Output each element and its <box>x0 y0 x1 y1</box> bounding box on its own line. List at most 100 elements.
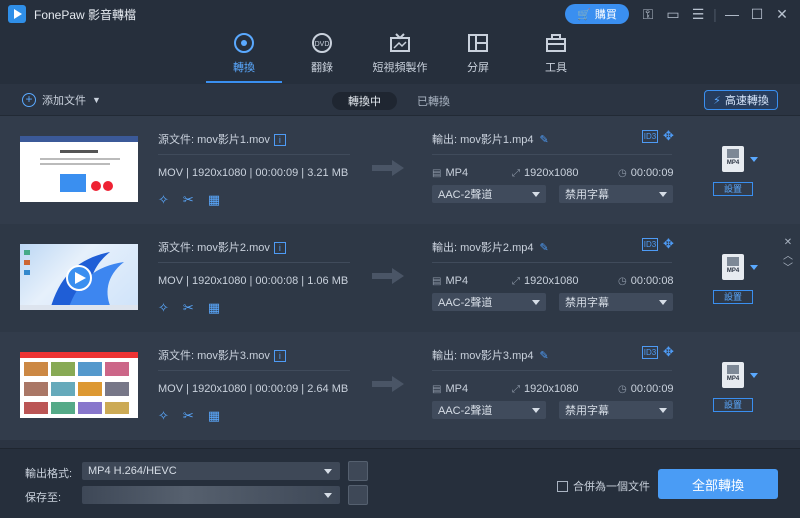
out-dur-value: 00:00:09 <box>630 383 674 395</box>
cart-icon: 🛒 <box>577 8 591 21</box>
merge-option[interactable]: 合併為一個文件 <box>557 478 650 494</box>
save-to-label: 保存至: <box>25 492 62 504</box>
seg-converting[interactable]: 轉換中 <box>332 92 397 110</box>
tab-rip[interactable]: DVD 翻錄 <box>284 32 360 80</box>
merge-checkbox[interactable] <box>557 480 568 492</box>
audio-select[interactable]: AAC-2聲道 <box>432 401 546 419</box>
edit-name-icon[interactable]: ✎ <box>539 242 548 254</box>
subtitle-select[interactable]: 禁用字幕 <box>559 401 673 419</box>
clock-icon: ◷ <box>618 383 627 395</box>
edit-name-icon[interactable]: ✎ <box>539 134 548 146</box>
info-icon[interactable]: i <box>273 242 286 255</box>
move-up-icon[interactable]: ︿ <box>783 252 793 262</box>
close-icon[interactable]: ✕ <box>770 0 794 28</box>
add-file-label: 添加文件 <box>42 95 86 107</box>
main-nav: 轉換 DVD 翻錄 短視頻製作 分屏 工具 <box>0 28 800 84</box>
move-icon[interactable]: ✥ <box>663 128 674 144</box>
fast-convert-label: 高速轉換 <box>724 95 769 107</box>
app-title: FonePaw 影音轉檔 <box>34 7 137 22</box>
buy-button[interactable]: 🛒 購買 <box>565 4 629 24</box>
list-toolbar: + 添加文件 ▼ 轉換中 已轉換 ⚡ 高速轉換 <box>0 84 800 116</box>
toolbox-icon <box>545 32 567 54</box>
chevron-down-icon[interactable] <box>750 373 758 378</box>
video-thumbnail[interactable] <box>20 352 138 418</box>
chevron-down-icon[interactable] <box>750 157 758 162</box>
out-format: ▤ MP4 <box>432 167 468 179</box>
edit-name-icon[interactable]: ✎ <box>539 350 548 362</box>
format-icon[interactable]: MP4 <box>722 254 744 280</box>
video-thumbnail[interactable] <box>20 136 138 202</box>
output-file: 輸出: mov影片3.mp4 ✎ <box>432 347 549 363</box>
svg-text:DVD: DVD <box>315 41 330 48</box>
settings-button[interactable]: 設置 <box>713 398 753 412</box>
move-down-icon[interactable]: ﹀ <box>783 264 793 274</box>
convert-icon <box>233 32 255 54</box>
out-format: ▤ MP4 <box>432 275 468 287</box>
tab-convert[interactable]: 轉換 <box>206 32 282 83</box>
cut-icon[interactable]: ✂ <box>183 192 194 208</box>
info-icon[interactable]: i <box>273 134 286 147</box>
minimize-icon[interactable]: — <box>720 0 744 28</box>
divider <box>158 370 350 371</box>
cut-icon[interactable]: ✂ <box>183 300 194 316</box>
enhance-icon[interactable]: ▦ <box>208 192 220 208</box>
move-icon[interactable]: ✥ <box>663 236 674 252</box>
menu-icon[interactable]: ☰ <box>686 0 710 28</box>
magic-wand-icon[interactable]: ✧ <box>158 408 169 424</box>
tab-label: 轉換 <box>233 62 255 74</box>
cut-icon[interactable]: ✂ <box>183 408 194 424</box>
arrow-right-icon <box>372 376 404 392</box>
audio-select[interactable]: AAC-2聲道 <box>432 185 546 203</box>
tab-toolbox[interactable]: 工具 <box>518 32 594 80</box>
output-format-select[interactable]: MP4 H.264/HEVC <box>82 462 340 480</box>
save-path-select[interactable] <box>82 486 340 504</box>
buy-label: 購買 <box>594 9 617 21</box>
output-file: 輸出: mov影片1.mp4 ✎ <box>432 131 549 147</box>
video-thumbnail[interactable] <box>20 244 138 310</box>
move-icon[interactable]: ✥ <box>663 344 674 360</box>
key-icon[interactable]: ⚿ <box>636 0 660 28</box>
resize-icon: ⤢ <box>512 383 520 395</box>
enhance-icon[interactable]: ▦ <box>208 408 220 424</box>
magic-wand-icon[interactable]: ✧ <box>158 192 169 208</box>
subtitle-select[interactable]: 禁用字幕 <box>559 185 673 203</box>
source-meta: MOV | 1920x1080 | 00:00:09 | 3.21 MB <box>158 167 349 179</box>
magic-wand-icon[interactable]: ✧ <box>158 300 169 316</box>
tab-label: 短視頻製作 <box>372 62 428 74</box>
edit-tools: ✧ ✂ ▦ <box>158 408 220 424</box>
id3-icon[interactable]: ID3 <box>642 130 658 143</box>
clock-icon: ◷ <box>618 275 627 287</box>
folder-icon[interactable] <box>348 485 368 505</box>
format-icon[interactable]: MP4 <box>722 146 744 172</box>
maximize-icon[interactable]: ☐ <box>745 0 769 28</box>
settings-button[interactable]: 設置 <box>713 290 753 304</box>
out-duration: ◷ 00:00:08 <box>618 275 674 287</box>
arrow-right-icon <box>372 268 404 284</box>
out-format-value: MP4 <box>445 383 469 395</box>
tab-collage[interactable]: 分屏 <box>440 32 516 80</box>
source-meta: MOV | 1920x1080 | 00:00:08 | 1.06 MB <box>158 275 349 287</box>
subtitle-select[interactable]: 禁用字幕 <box>559 293 673 311</box>
audio-select[interactable]: AAC-2聲道 <box>432 293 546 311</box>
out-format: ▤ MP4 <box>432 383 468 395</box>
feedback-icon[interactable]: ▭ <box>661 0 685 28</box>
tab-mv[interactable]: 短視頻製作 <box>362 32 438 80</box>
file-row: 源文件: mov影片3.mov i MOV | 1920x1080 | 00:00… <box>0 332 800 440</box>
source-file: 源文件: mov影片2.mov i <box>158 239 286 255</box>
id3-icon[interactable]: ID3 <box>642 238 658 251</box>
info-icon[interactable]: i <box>273 350 286 363</box>
format-icon[interactable]: MP4 <box>722 362 744 388</box>
remove-icon[interactable]: ✕ <box>783 238 793 248</box>
enhance-icon[interactable]: ▦ <box>208 300 220 316</box>
divider <box>432 154 672 155</box>
add-file-button[interactable]: + 添加文件 ▼ <box>22 92 101 108</box>
seg-converted[interactable]: 已轉換 <box>401 92 466 110</box>
settings-button[interactable]: 設置 <box>713 182 753 196</box>
convert-all-button[interactable]: 全部轉換 <box>658 469 778 499</box>
format-settings-icon[interactable] <box>348 461 368 481</box>
out-res-value: 1920x1080 <box>524 383 579 395</box>
fast-convert-button[interactable]: ⚡ 高速轉換 <box>704 90 778 110</box>
chevron-down-icon[interactable] <box>750 265 758 270</box>
id3-icon[interactable]: ID3 <box>642 346 658 359</box>
output-file: 輸出: mov影片2.mp4 ✎ <box>432 239 549 255</box>
